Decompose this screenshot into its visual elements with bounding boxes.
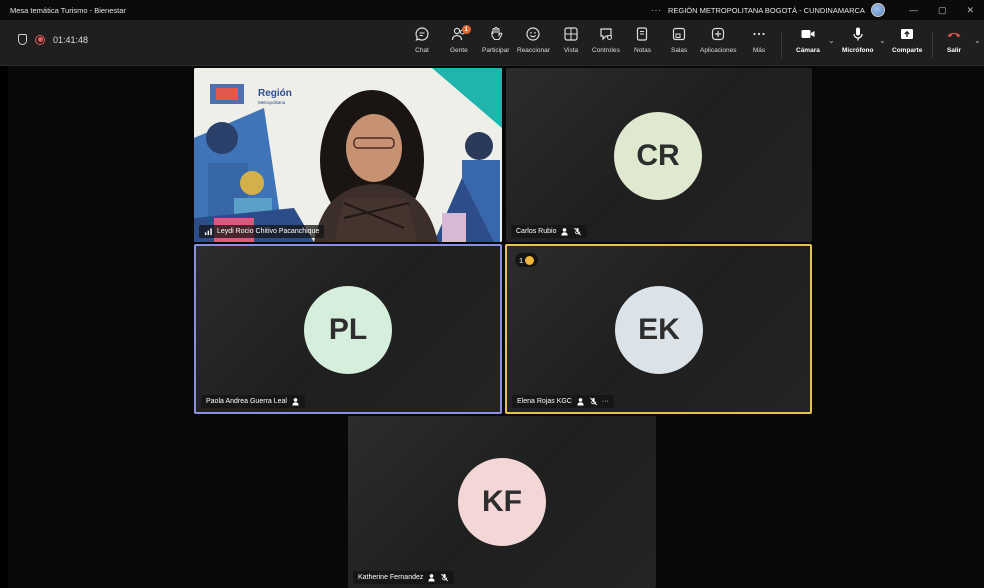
share-button[interactable]: Comparte bbox=[892, 26, 922, 62]
recording-icon bbox=[35, 34, 45, 45]
participant-tile-selected[interactable]: PL Paola Andrea Guerra Leal bbox=[194, 244, 502, 414]
share-icon bbox=[901, 29, 914, 39]
avatar: PL bbox=[304, 286, 392, 374]
view-button[interactable]: Vista bbox=[563, 26, 579, 62]
mic-button[interactable]: Micrófono bbox=[842, 26, 873, 62]
chat-label: Chat bbox=[415, 47, 429, 54]
leave-options-chevron-icon[interactable]: ⌄ bbox=[974, 36, 981, 45]
participant-name: Carlos Rubio bbox=[516, 228, 557, 235]
react-button[interactable]: Reaccionar bbox=[517, 26, 550, 62]
raise-hand-label: Participar bbox=[482, 47, 510, 54]
org-avatar[interactable] bbox=[870, 3, 885, 17]
chat-icon bbox=[415, 27, 429, 41]
guest-icon bbox=[428, 574, 436, 582]
guest-icon bbox=[577, 398, 584, 406]
close-button[interactable]: ✕ bbox=[966, 5, 974, 16]
leave-label: Salir bbox=[946, 47, 962, 54]
apps-label: Aplicaciones bbox=[700, 47, 737, 54]
guest-icon bbox=[292, 398, 299, 406]
video-logo-sub: Metropolitana bbox=[258, 100, 286, 105]
camera-options-chevron-icon[interactable]: ⌄ bbox=[828, 36, 835, 45]
video-logo-text: Región bbox=[258, 88, 292, 99]
camera-button[interactable]: Cámara bbox=[796, 26, 820, 62]
window-titlebar: Mesa temática Turismo - Bienestar ··· RE… bbox=[0, 0, 984, 20]
add-app-icon bbox=[712, 27, 725, 41]
rooms-label: Salas bbox=[671, 47, 688, 54]
participant-video-frame: Región Metropolitana bbox=[194, 68, 502, 242]
chat-button[interactable]: Chat bbox=[414, 26, 430, 62]
signal-strength-icon bbox=[204, 228, 212, 236]
notes-label: Notas bbox=[634, 47, 651, 54]
participant-name: Paola Andrea Guerra Leal bbox=[206, 398, 287, 405]
org-info: ··· REGIÓN METROPOLITANA BOGOTÁ - CUNDIN… bbox=[651, 3, 891, 17]
view-label: Vista bbox=[563, 47, 579, 54]
camera-icon bbox=[801, 30, 815, 38]
controls-label: Controles bbox=[592, 47, 620, 54]
grid-icon bbox=[564, 27, 578, 41]
toolbar-divider bbox=[932, 32, 933, 58]
participant-name: Leydi Rocio Chitivo Pacanchique bbox=[217, 228, 320, 235]
participant-tile-video[interactable]: Región Metropolitana Leydi Rocio Chitivo… bbox=[194, 68, 502, 242]
meeting-timer: 01:41:48 bbox=[53, 34, 89, 45]
people-badge: 1 bbox=[461, 25, 471, 34]
toolbar-divider bbox=[781, 32, 782, 58]
mic-label: Micrófono bbox=[842, 47, 874, 54]
apps-button[interactable]: Aplicaciones bbox=[700, 26, 737, 62]
participant-more-icon[interactable]: ··· bbox=[602, 398, 609, 405]
participant-tile[interactable]: KF Katherine Fernandez bbox=[348, 416, 656, 588]
leave-button[interactable]: Salir bbox=[946, 26, 962, 62]
video-stage: Región Metropolitana Leydi Rocio Chitivo… bbox=[8, 66, 984, 588]
mic-muted-icon bbox=[574, 227, 582, 236]
participant-tile[interactable]: CR Carlos Rubio bbox=[506, 68, 812, 242]
microphone-icon bbox=[853, 27, 863, 41]
mic-muted-icon bbox=[589, 397, 597, 406]
window-title: Mesa temática Turismo - Bienestar bbox=[10, 5, 126, 15]
more-button[interactable]: Más bbox=[751, 26, 767, 62]
rooms-button[interactable]: Salas bbox=[671, 26, 687, 62]
raised-hand-badge: 1 bbox=[515, 253, 539, 267]
mic-muted-icon bbox=[441, 573, 449, 582]
org-name: REGIÓN METROPOLITANA BOGOTÁ - CUNDINAMAR… bbox=[667, 5, 865, 15]
minimize-button[interactable]: — bbox=[909, 5, 918, 16]
notes-icon bbox=[637, 27, 648, 41]
controls-icon bbox=[600, 28, 612, 41]
people-label: Gente bbox=[450, 47, 468, 54]
participant-name: Elena Rojas KGC bbox=[517, 398, 572, 405]
share-label: Comparte bbox=[892, 47, 923, 54]
avatar: KF bbox=[458, 458, 546, 546]
hang-up-icon bbox=[947, 32, 961, 38]
people-button[interactable]: 1 Gente bbox=[450, 25, 471, 62]
restore-button[interactable]: ▢ bbox=[938, 5, 947, 16]
shield-icon[interactable] bbox=[18, 34, 27, 45]
participant-nametag: Elena Rojas KGC ··· bbox=[512, 395, 614, 408]
notes-button[interactable]: Notas bbox=[634, 26, 651, 62]
avatar: EK bbox=[615, 286, 703, 374]
react-label: Reaccionar bbox=[517, 47, 550, 54]
smiley-icon bbox=[526, 27, 541, 41]
hand-count: 1 bbox=[519, 255, 524, 265]
hand-icon bbox=[491, 26, 503, 41]
controls-button[interactable]: Controles bbox=[592, 26, 620, 62]
avatar: CR bbox=[614, 112, 702, 200]
window-controls: — ▢ ✕ bbox=[891, 5, 984, 16]
meeting-info: 01:41:48 bbox=[18, 34, 88, 45]
more-icon bbox=[753, 32, 765, 36]
participant-tile-speaking[interactable]: 1 EK Elena Rojas KGC ··· bbox=[505, 244, 812, 414]
participant-nametag: Katherine Fernandez bbox=[353, 571, 455, 584]
more-label: Más bbox=[752, 47, 766, 54]
camera-label: Cámara bbox=[796, 47, 820, 54]
more-options-icon[interactable]: ··· bbox=[651, 6, 662, 15]
raised-hand-icon bbox=[525, 255, 535, 265]
participant-nametag: Carlos Rubio bbox=[511, 225, 588, 238]
participant-nametag: Paola Andrea Guerra Leal bbox=[201, 395, 305, 408]
participant-name: Katherine Fernandez bbox=[358, 574, 424, 581]
guest-icon bbox=[561, 228, 569, 236]
meeting-toolbar: 01:41:48 Chat 1 Gente Participar Reaccio… bbox=[0, 20, 984, 66]
rooms-icon bbox=[673, 27, 686, 41]
participant-nametag: Leydi Rocio Chitivo Pacanchique bbox=[199, 225, 325, 238]
mic-options-chevron-icon[interactable]: ⌄ bbox=[879, 36, 886, 45]
raise-hand-button[interactable]: Participar bbox=[482, 26, 509, 62]
